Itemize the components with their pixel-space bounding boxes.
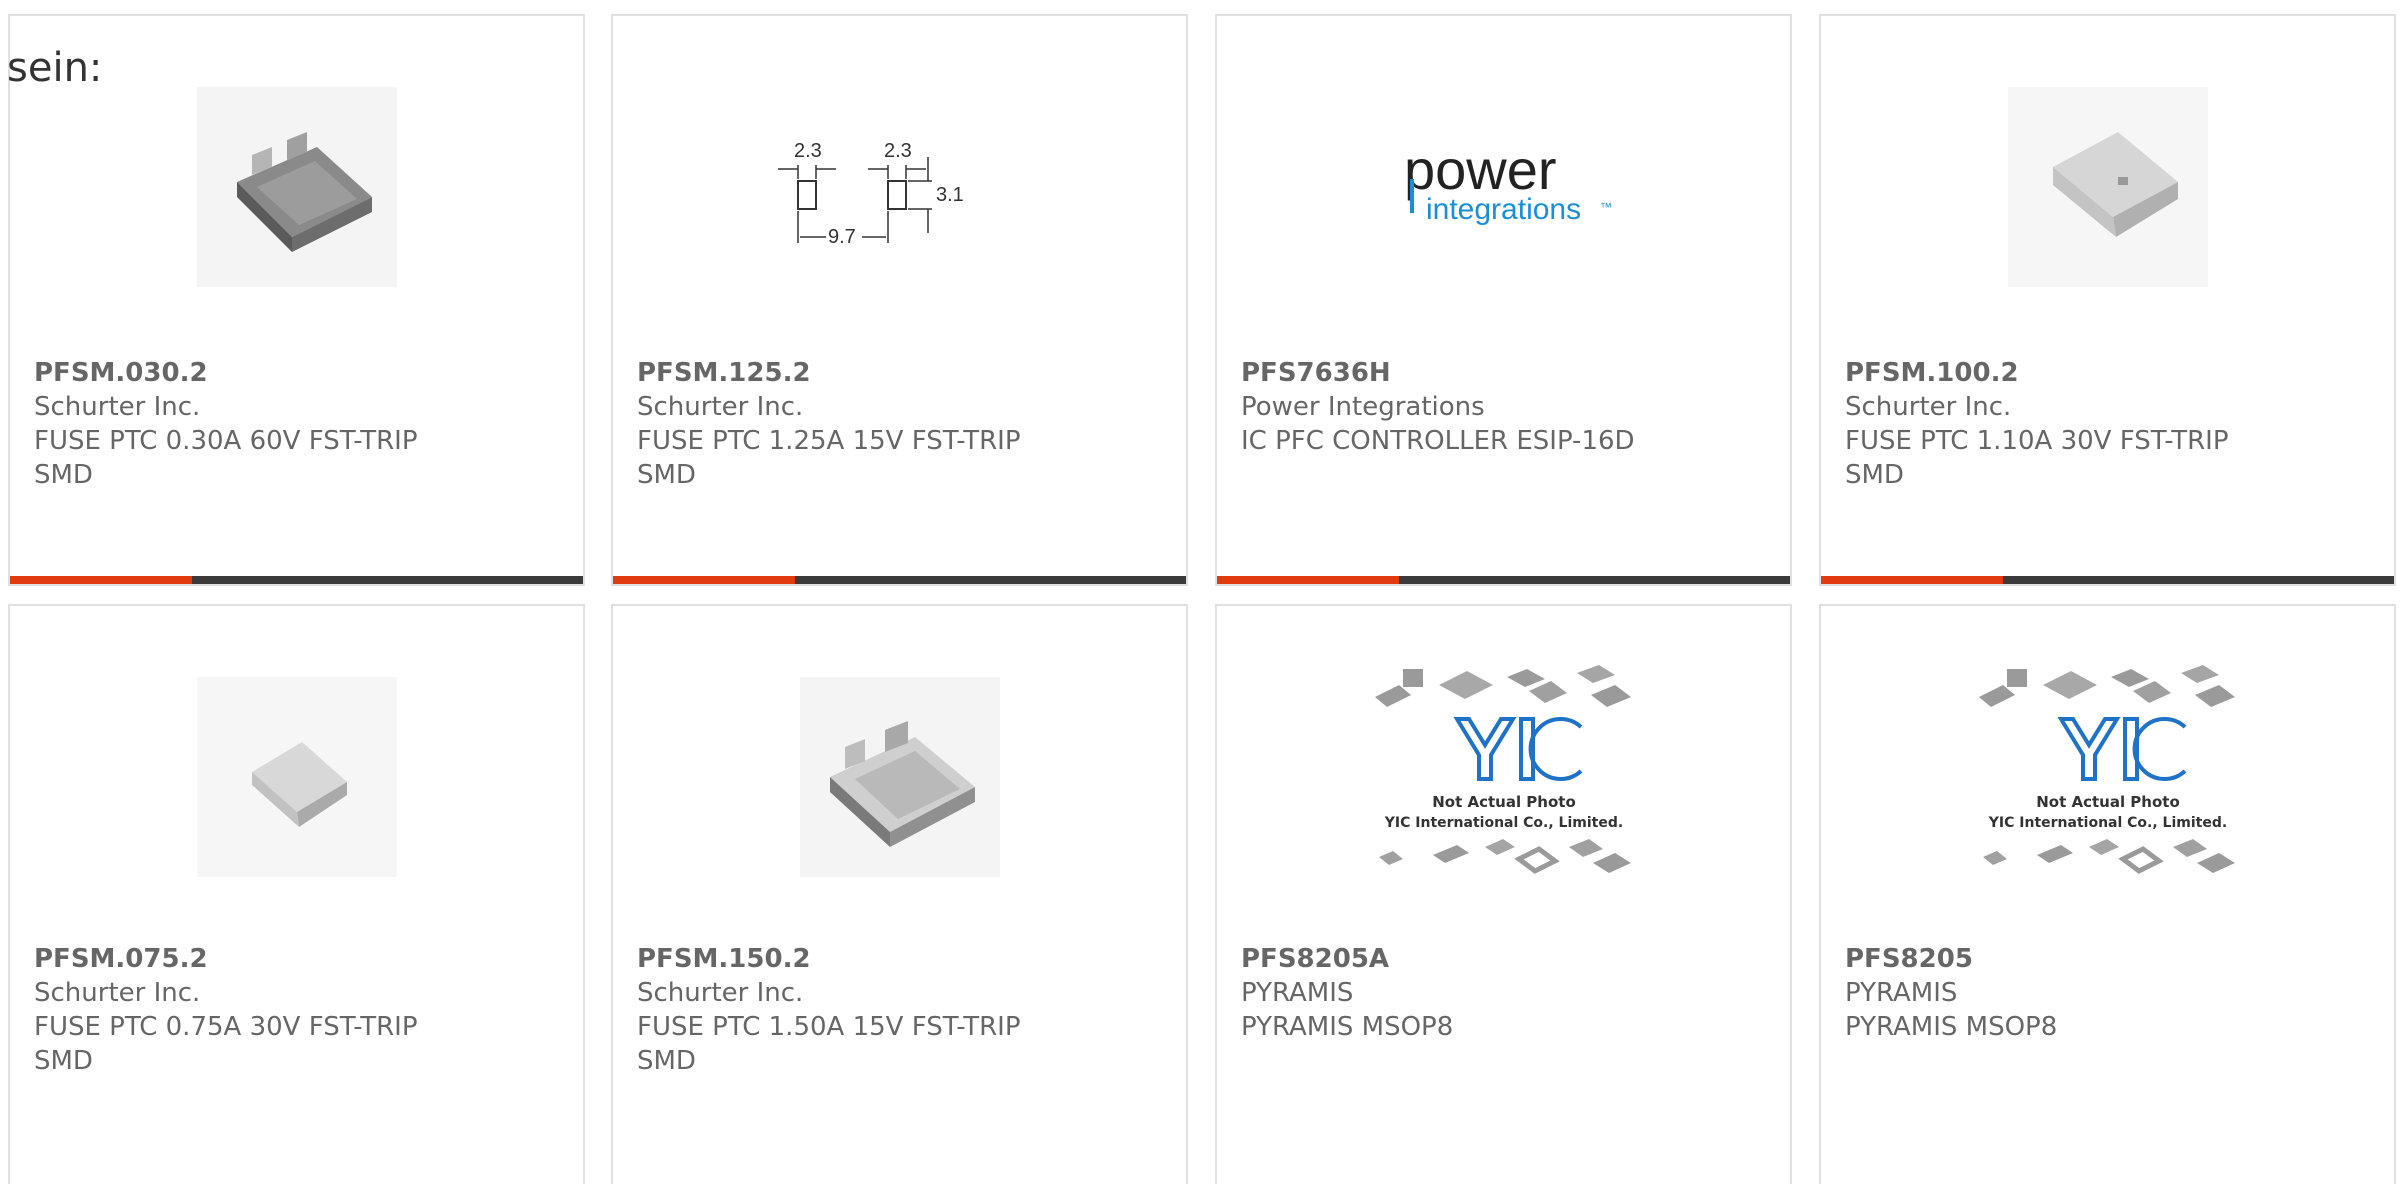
drawing-label-pad-right: 2.3 bbox=[884, 140, 912, 162]
description-line: PYRAMIS MSOP8 bbox=[1241, 1012, 1454, 1042]
card-footer-accent bbox=[1821, 576, 2003, 584]
card-footer-accent bbox=[1217, 576, 1399, 584]
intro-text: sein: bbox=[7, 45, 103, 91]
logo-text-main: power bbox=[1404, 138, 1557, 201]
product-card[interactable]: PFSM.075.2 Schurter Inc. FUSE PTC 0.75A … bbox=[8, 604, 585, 1184]
manufacturer: Schurter Inc. bbox=[637, 978, 804, 1008]
drawing-label-height: 3.1 bbox=[936, 184, 964, 206]
product-image[interactable] bbox=[799, 674, 1000, 879]
product-card[interactable]: 2.3 2.3 3.1 9.7 PFSM.125.2 Schurter Inc.… bbox=[611, 14, 1188, 586]
description-line: SMD bbox=[34, 460, 93, 490]
manufacturer: Power Integrations bbox=[1241, 392, 1485, 422]
part-number[interactable]: PFS8205A bbox=[1241, 942, 1770, 976]
drawing-label-pad-left: 2.3 bbox=[794, 140, 822, 162]
product-image[interactable] bbox=[2007, 84, 2208, 289]
description-line: SMD bbox=[637, 460, 696, 490]
card-footer-bar bbox=[1217, 576, 1790, 584]
description-line: SMD bbox=[34, 1046, 93, 1076]
description-line: SMD bbox=[637, 1046, 696, 1076]
product-card[interactable]: Not Actual Photo YIC International Co., … bbox=[1215, 604, 1792, 1184]
product-card[interactable]: Not Actual Photo YIC International Co., … bbox=[1819, 604, 2396, 1184]
manufacturer: PYRAMIS bbox=[1241, 978, 1354, 1008]
part-number[interactable]: PFSM.125.2 bbox=[637, 356, 1166, 390]
manufacturer: Schurter Inc. bbox=[34, 392, 201, 422]
product-image[interactable]: 2.3 2.3 3.1 9.7 bbox=[765, 84, 1035, 289]
part-number[interactable]: PFSM.030.2 bbox=[34, 356, 563, 390]
manufacturer: PYRAMIS bbox=[1845, 978, 1958, 1008]
manufacturer: Schurter Inc. bbox=[34, 978, 201, 1008]
product-card[interactable]: PFSM.100.2 Schurter Inc. FUSE PTC 1.10A … bbox=[1819, 14, 2396, 586]
card-footer-bar bbox=[10, 576, 583, 584]
manufacturer: Schurter Inc. bbox=[1845, 392, 2012, 422]
description-line: SMD bbox=[1845, 460, 1904, 490]
product-image[interactable] bbox=[196, 84, 397, 289]
description-line: FUSE PTC 1.10A 30V FST-TRIP bbox=[1845, 426, 2229, 456]
placeholder-line1: Not Actual Photo bbox=[1432, 793, 1576, 811]
logo-text-sub: integrations bbox=[1426, 193, 1581, 226]
placeholder-line2: YIC International Co., Limited. bbox=[1987, 815, 2226, 831]
manufacturer: Schurter Inc. bbox=[637, 392, 804, 422]
description-line: FUSE PTC 0.30A 60V FST-TRIP bbox=[34, 426, 418, 456]
card-footer-bar bbox=[613, 576, 1186, 584]
description-line: FUSE PTC 1.50A 15V FST-TRIP bbox=[637, 1012, 1021, 1042]
product-image[interactable]: power integrations ™ bbox=[1369, 84, 1639, 289]
product-card[interactable]: PFSM.150.2 Schurter Inc. FUSE PTC 1.50A … bbox=[611, 604, 1188, 1184]
part-number[interactable]: PFSM.150.2 bbox=[637, 942, 1166, 976]
product-image[interactable] bbox=[196, 674, 397, 879]
placeholder-line2: YIC International Co., Limited. bbox=[1383, 815, 1622, 831]
product-image[interactable]: Not Actual Photo YIC International Co., … bbox=[1973, 664, 2243, 879]
part-number[interactable]: PFSM.075.2 bbox=[34, 942, 563, 976]
logo-tm: ™ bbox=[1600, 200, 1612, 214]
description-line: PYRAMIS MSOP8 bbox=[1845, 1012, 2058, 1042]
card-footer-bar bbox=[1821, 576, 2394, 584]
part-number[interactable]: PFS8205 bbox=[1845, 942, 2374, 976]
card-footer-accent bbox=[613, 576, 795, 584]
product-image[interactable]: Not Actual Photo YIC International Co., … bbox=[1369, 664, 1639, 879]
description-line: IC PFC CONTROLLER ESIP-16D bbox=[1241, 426, 1635, 456]
product-card[interactable]: PFSM.030.2 Schurter Inc. FUSE PTC 0.30A … bbox=[8, 14, 585, 586]
description-line: FUSE PTC 0.75A 30V FST-TRIP bbox=[34, 1012, 418, 1042]
product-grid: PFSM.030.2 Schurter Inc. FUSE PTC 0.30A … bbox=[8, 14, 2400, 1184]
part-number[interactable]: PFS7636H bbox=[1241, 356, 1770, 390]
placeholder-line1: Not Actual Photo bbox=[2036, 793, 2180, 811]
description-line: FUSE PTC 1.25A 15V FST-TRIP bbox=[637, 426, 1021, 456]
product-card[interactable]: power integrations ™ PFS7636H Power Inte… bbox=[1215, 14, 1792, 586]
drawing-label-span: 9.7 bbox=[828, 226, 856, 248]
part-number[interactable]: PFSM.100.2 bbox=[1845, 356, 2374, 390]
card-footer-accent bbox=[10, 576, 192, 584]
